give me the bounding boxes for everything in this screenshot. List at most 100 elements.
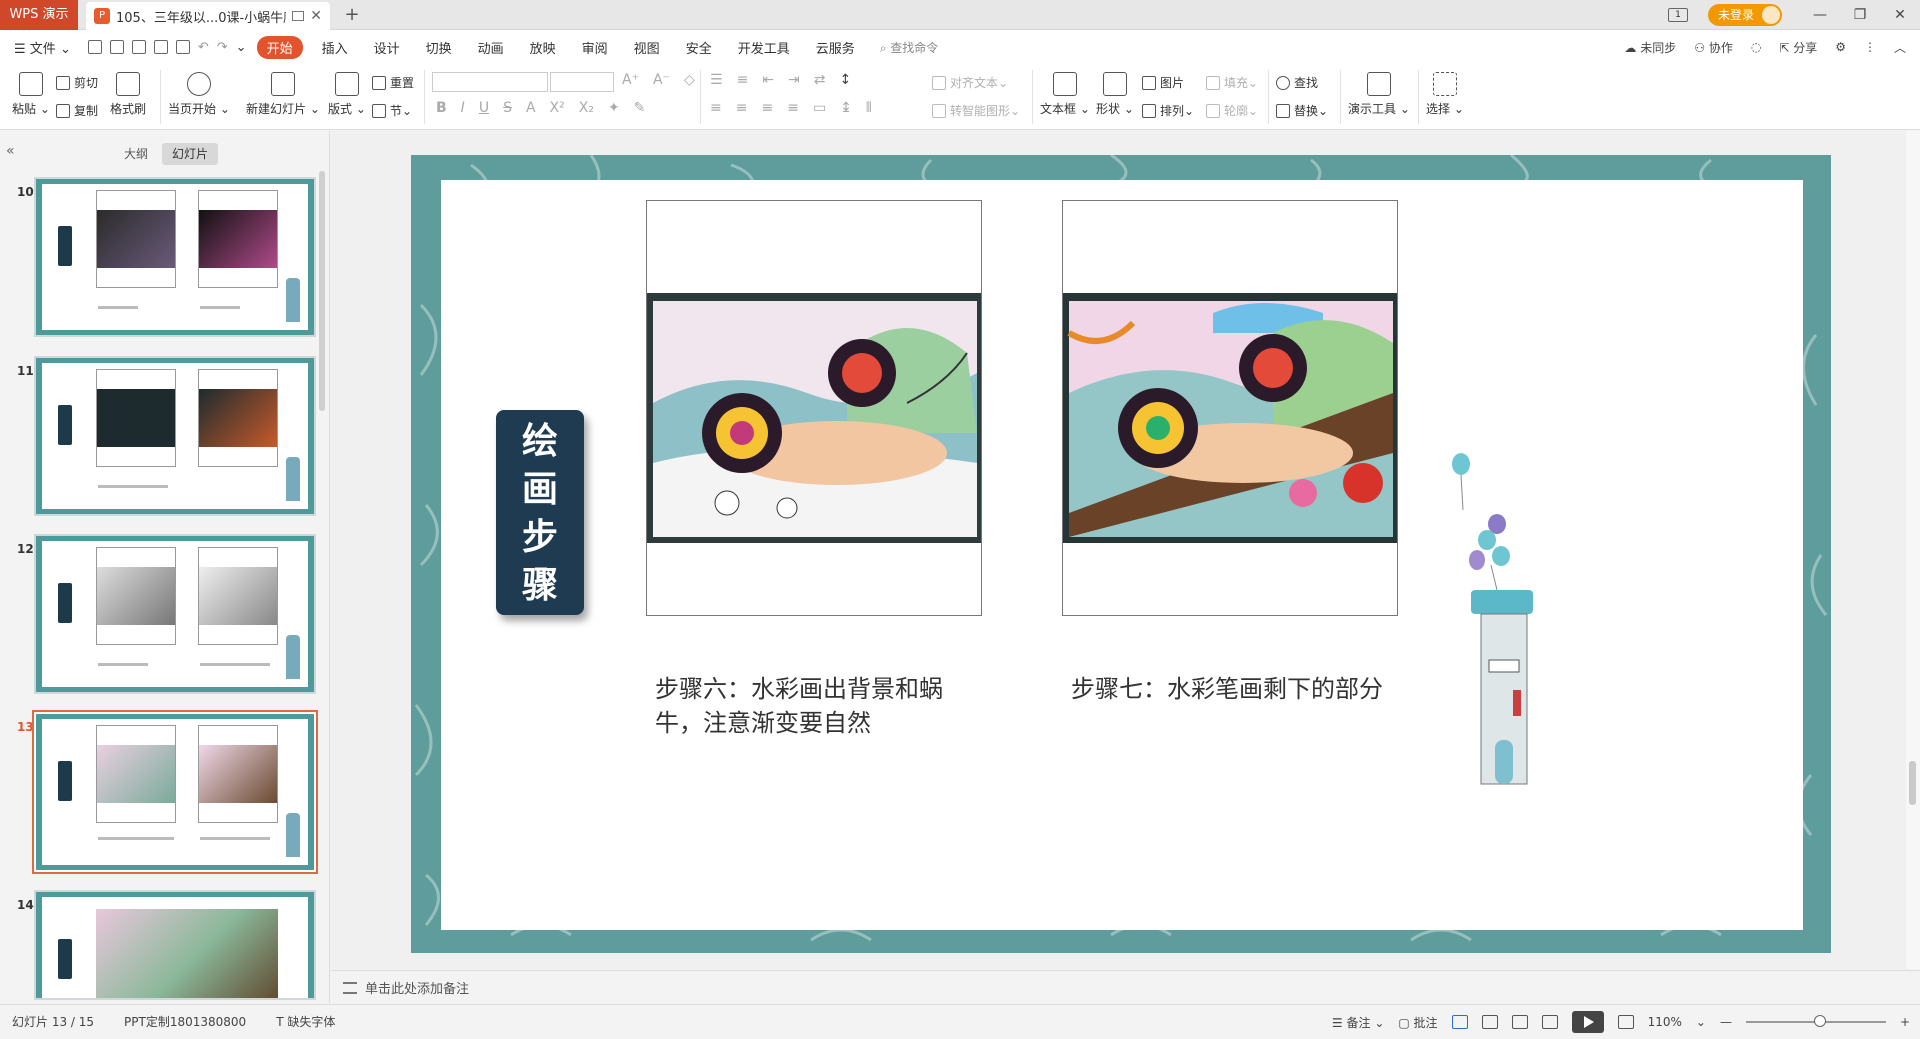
canvas-scrollbar[interactable]: [1906, 131, 1920, 969]
window-layout-icon[interactable]: 1: [1667, 8, 1688, 22]
slide-thumbnail[interactable]: [34, 356, 316, 516]
canvas-scrollbar-thumb[interactable]: [1909, 761, 1916, 805]
replace-button[interactable]: 替换 ⌄: [1276, 102, 1328, 119]
align-left-icon[interactable]: ≡: [710, 100, 722, 116]
find-button[interactable]: 查找: [1276, 74, 1318, 91]
zoom-out-icon[interactable]: —: [1720, 1015, 1732, 1029]
print-icon[interactable]: [153, 40, 168, 54]
minimize-icon[interactable]: —: [1800, 7, 1840, 23]
italic-icon[interactable]: I: [461, 100, 465, 116]
justify-icon[interactable]: ≡: [787, 100, 799, 116]
search-command[interactable]: ⌕ 查找命令: [880, 39, 939, 56]
app-tab[interactable]: WPS 演示: [0, 0, 78, 30]
template-name[interactable]: PPT定制1801380800: [124, 1013, 246, 1030]
presentation-tools-button[interactable]: 演示工具 ⌄: [1348, 72, 1410, 117]
start-slideshow-button[interactable]: [1571, 1011, 1604, 1033]
font-size-select[interactable]: [550, 72, 614, 92]
undo-icon[interactable]: ↶: [194, 40, 213, 55]
collapse-ribbon-icon[interactable]: ︿: [1894, 39, 1906, 56]
comments-button[interactable]: ▢ 批注: [1398, 1014, 1437, 1031]
slide-title-tag[interactable]: 绘画步骤: [496, 410, 584, 615]
outdent-icon[interactable]: ⇤: [762, 72, 774, 88]
monitor-icon[interactable]: [292, 11, 305, 21]
restore-icon[interactable]: ❐: [1840, 7, 1880, 23]
numbered-list-icon[interactable]: ≡: [737, 72, 749, 88]
step-six-image-frame[interactable]: [646, 200, 982, 616]
zoom-level[interactable]: 110%: [1648, 1015, 1682, 1029]
quick-access-dropdown-icon[interactable]: ⌄: [232, 40, 251, 55]
collapse-panel-icon[interactable]: «: [6, 143, 15, 159]
increase-font-icon[interactable]: A⁺: [622, 72, 639, 88]
document-tab[interactable]: P 105、三年级以...0课-小蜗牛爬树 ✕: [86, 2, 330, 30]
outline-button[interactable]: 轮廓 ⌄: [1206, 102, 1258, 119]
menu-tab-review[interactable]: 审阅: [569, 38, 621, 57]
play-from-current-button[interactable]: 当页开始 ⌄: [168, 72, 230, 117]
shape-button[interactable]: 形状 ⌄: [1096, 72, 1134, 117]
to-smartart-button[interactable]: 转智能图形 ⌄: [932, 102, 1020, 119]
fit-window-icon[interactable]: [1617, 1015, 1634, 1029]
picture-button[interactable]: 图片: [1142, 74, 1184, 91]
step-six-caption[interactable]: 步骤六：水彩画出背景和蜗牛，注意渐变要自然: [655, 672, 985, 740]
save-icon[interactable]: [109, 40, 124, 54]
subscript-icon[interactable]: X₂: [579, 100, 594, 116]
paragraph-spacing-icon[interactable]: ↨: [840, 100, 852, 116]
close-tab-icon[interactable]: ✕: [310, 8, 322, 24]
text-effect-icon[interactable]: ✦: [608, 100, 620, 116]
thumbnail-scrollbar[interactable]: [319, 171, 325, 971]
scrollbar-thumb[interactable]: [319, 171, 325, 411]
bold-icon[interactable]: B: [436, 100, 447, 116]
slide-thumbnail[interactable]: [34, 177, 316, 337]
tab-outline[interactable]: 大纲: [114, 143, 158, 165]
cut-button[interactable]: 剪切: [56, 74, 98, 91]
zoom-slider-knob[interactable]: [1813, 1015, 1826, 1027]
slide-thumbnail[interactable]: [34, 890, 316, 1000]
align-center-icon[interactable]: ≡: [736, 100, 748, 116]
slide-thumbnail[interactable]: [34, 534, 316, 694]
zoom-slider[interactable]: [1745, 1015, 1886, 1027]
menu-tab-view[interactable]: 视图: [621, 38, 673, 57]
new-tab-icon[interactable]: +: [340, 0, 364, 30]
indent-icon[interactable]: ⇥: [788, 72, 800, 88]
current-slide[interactable]: 绘画步骤 步骤六：水彩画出背景和蜗牛，注意渐变要自然 步骤七：水彩笔画剩下的部分: [441, 180, 1803, 930]
login-button[interactable]: 未登录: [1707, 4, 1782, 26]
more-icon[interactable]: ⋮: [1864, 40, 1876, 54]
close-window-icon[interactable]: ✕: [1880, 7, 1920, 23]
menu-tab-cloud[interactable]: 云服务: [803, 38, 868, 57]
font-family-select[interactable]: [432, 72, 548, 92]
menu-tab-design[interactable]: 设计: [361, 38, 413, 57]
select-button[interactable]: 选择 ⌄: [1426, 72, 1464, 117]
presenter-view-icon[interactable]: [1541, 1015, 1558, 1029]
underline-icon[interactable]: U: [479, 100, 489, 116]
step-seven-caption[interactable]: 步骤七：水彩笔画剩下的部分: [1071, 672, 1431, 706]
clear-format-icon[interactable]: ◇: [684, 72, 695, 88]
text-direction-icon[interactable]: ⇄: [814, 72, 826, 88]
align-text-button[interactable]: 对齐文本 ⌄: [932, 74, 1008, 91]
reset-button[interactable]: 重置: [372, 74, 414, 91]
collaborate-button[interactable]: ⚇ 协作: [1694, 39, 1733, 56]
share-button[interactable]: ⇱ 分享: [1779, 39, 1817, 56]
normal-view-icon[interactable]: [1451, 1015, 1468, 1029]
export-icon[interactable]: [131, 40, 146, 54]
decrease-font-icon[interactable]: A⁻: [653, 72, 670, 88]
open-icon[interactable]: [87, 40, 102, 54]
comment-icon[interactable]: ◌: [1751, 40, 1761, 54]
missing-font-button[interactable]: T 缺失字体: [276, 1013, 335, 1030]
font-color-icon[interactable]: A: [526, 100, 536, 116]
file-menu[interactable]: ☰ 文件 ⌄: [0, 38, 84, 57]
tab-slides[interactable]: 幻灯片: [162, 143, 219, 165]
step-seven-image-frame[interactable]: [1062, 200, 1398, 616]
textbox-button[interactable]: 文本框 ⌄: [1040, 72, 1090, 117]
distribute-icon[interactable]: ▭: [813, 100, 826, 116]
layout-button[interactable]: 版式 ⌄: [328, 72, 366, 117]
slide-sorter-icon[interactable]: [1481, 1015, 1498, 1029]
settings-icon[interactable]: ⚙: [1835, 40, 1846, 54]
line-spacing-icon[interactable]: ↕: [840, 72, 852, 88]
menu-tab-security[interactable]: 安全: [673, 38, 725, 57]
notes-pane[interactable]: 单击此处添加备注: [331, 970, 1920, 1004]
copy-button[interactable]: 复制: [56, 102, 98, 119]
slide-thumbnail-current[interactable]: [32, 710, 318, 874]
paste-button[interactable]: 粘贴 ⌄: [12, 72, 50, 117]
menu-tab-insert[interactable]: 插入: [309, 38, 361, 57]
fill-button[interactable]: 填充 ⌄: [1206, 74, 1258, 91]
format-painter-button[interactable]: 格式刷: [110, 72, 146, 117]
